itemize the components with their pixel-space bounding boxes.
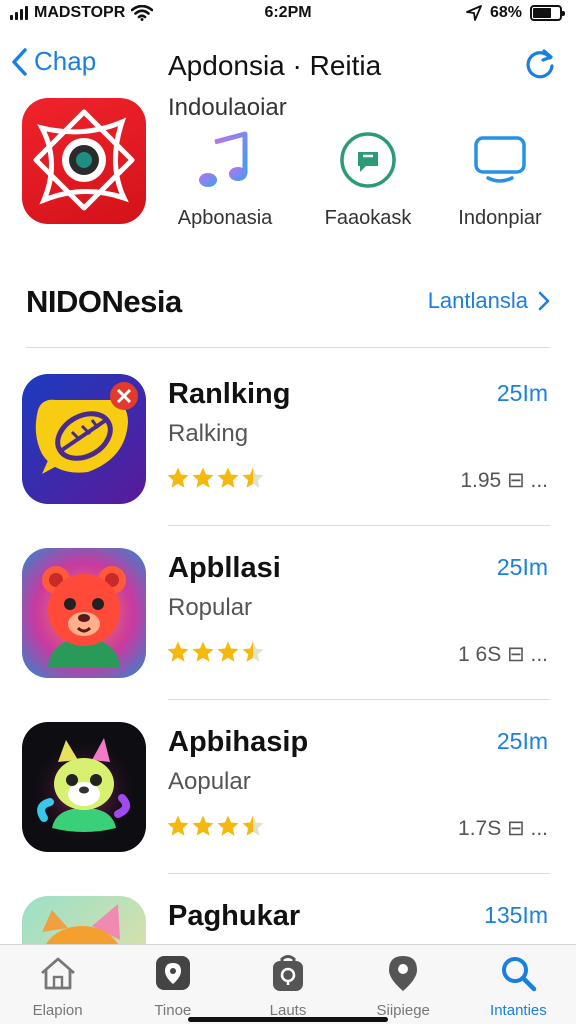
back-button[interactable]: Chap bbox=[10, 46, 96, 77]
location-pin-icon bbox=[389, 956, 418, 991]
app-subtitle: Ropular bbox=[168, 594, 253, 621]
star-icon bbox=[242, 815, 264, 836]
app-list-item[interactable]: Paghukar 135Im bbox=[0, 896, 576, 944]
home-icon bbox=[40, 957, 75, 990]
hero-subtitle: Indoulaoiar bbox=[168, 94, 287, 121]
app-subtitle: Ralking bbox=[168, 420, 249, 447]
battery-percent: 68% bbox=[489, 4, 522, 21]
quick-link-music[interactable]: Apbonasia bbox=[160, 128, 290, 230]
fox-icon bbox=[28, 736, 140, 848]
app-size: 25Im bbox=[496, 554, 548, 580]
tab-home[interactable]: Elapion bbox=[0, 945, 115, 1024]
app-icon bbox=[22, 548, 146, 678]
app-name: Paghukar bbox=[168, 900, 301, 932]
star-icon bbox=[192, 641, 214, 662]
music-note-icon bbox=[199, 131, 248, 187]
divider bbox=[168, 699, 550, 700]
rating-count: 1 6S ⊟ ... bbox=[458, 643, 548, 666]
home-indicator bbox=[188, 1017, 388, 1022]
tab-siipiege[interactable]: Siipiege bbox=[346, 945, 461, 1024]
star-icon bbox=[167, 815, 189, 836]
star-icon bbox=[167, 467, 189, 488]
section-header: NIDONesia Lantlansla bbox=[0, 280, 576, 330]
tab-label: Elapion bbox=[32, 1002, 83, 1019]
rating-count: 1.95 ⊟ ... bbox=[460, 469, 548, 492]
monitor-icon bbox=[474, 136, 526, 183]
tab-search[interactable]: Intanties bbox=[461, 945, 576, 1024]
app-size: 25Im bbox=[496, 728, 548, 754]
quick-link-chat[interactable]: Faaokask bbox=[303, 128, 433, 230]
star-icon bbox=[242, 641, 264, 662]
chat-bubble-icon bbox=[340, 132, 396, 188]
star-icon bbox=[242, 467, 264, 488]
map-pin-square-icon bbox=[155, 956, 190, 990]
app-subtitle: Aopular bbox=[168, 768, 251, 795]
star-rating bbox=[166, 814, 265, 838]
quick-link-label: Apbonasia bbox=[177, 207, 273, 229]
status-right: 68% bbox=[466, 4, 565, 22]
app-name: Apbllasi bbox=[168, 552, 281, 584]
section-title: NIDONesia bbox=[26, 284, 182, 319]
battery-icon bbox=[530, 5, 565, 21]
navigation-bar: Chap Apdonsia · Reitia bbox=[0, 36, 576, 92]
star-icon bbox=[192, 467, 214, 488]
app-name: Ranlking bbox=[168, 378, 291, 410]
star-icon bbox=[217, 641, 239, 662]
divider bbox=[26, 347, 550, 348]
tab-label: Intanties bbox=[490, 1002, 547, 1019]
location-arrow-icon bbox=[466, 5, 482, 21]
star-icon bbox=[192, 815, 214, 836]
cat-icon bbox=[42, 904, 120, 944]
quick-link-label: Indonpiar bbox=[458, 207, 542, 229]
chevron-left-icon bbox=[12, 47, 27, 76]
tab-tinoe[interactable]: Tinoe bbox=[115, 945, 230, 1024]
back-label: Chap bbox=[34, 46, 97, 76]
star-rating bbox=[166, 466, 265, 490]
see-all-label: Lantlansla bbox=[427, 288, 528, 313]
app-icon bbox=[22, 896, 146, 944]
search-icon bbox=[502, 957, 537, 992]
app-size: 135Im bbox=[484, 902, 548, 928]
refresh-icon[interactable] bbox=[522, 46, 558, 82]
app-name: Apbihasip bbox=[168, 726, 309, 758]
star-icon bbox=[167, 641, 189, 662]
quick-link-label: Faaokask bbox=[324, 207, 412, 229]
app-list-item[interactable]: Apbihasip Aopular 25Im 1.7S ⊟ ... bbox=[0, 722, 576, 872]
chevron-right-icon bbox=[538, 291, 550, 311]
app-icon bbox=[22, 374, 146, 504]
app-list-item[interactable]: Apbllasi Ropular 25Im 1 6S ⊟ ... bbox=[0, 548, 576, 698]
star-icon bbox=[217, 815, 239, 836]
target-logo-icon bbox=[33, 109, 135, 211]
tab-bar: Elapion Tinoe Lauts Siipiege Intanties bbox=[0, 944, 576, 1024]
app-icon bbox=[22, 722, 146, 852]
chat-leaf-icon bbox=[35, 382, 138, 474]
tab-lauts[interactable]: Lauts bbox=[230, 945, 345, 1024]
star-rating bbox=[166, 640, 265, 664]
page-title: Apdonsia · Reitia bbox=[168, 50, 382, 81]
rating-count: 1.7S ⊟ ... bbox=[458, 817, 548, 840]
see-all-link[interactable]: Lantlansla bbox=[428, 288, 550, 314]
bag-icon bbox=[273, 955, 303, 991]
status-bar: MADSTOPR 6:2PM 68% bbox=[0, 0, 576, 28]
featured-app-icon[interactable] bbox=[22, 98, 146, 224]
divider bbox=[168, 873, 550, 874]
quick-link-monitor[interactable]: Indonpiar bbox=[435, 128, 565, 230]
app-list-item[interactable]: Ranlking Ralking 25Im 1.95 ⊟ ... bbox=[0, 374, 576, 524]
bear-icon bbox=[42, 566, 126, 668]
divider bbox=[168, 525, 550, 526]
star-icon bbox=[217, 467, 239, 488]
app-size: 25Im bbox=[496, 380, 548, 406]
